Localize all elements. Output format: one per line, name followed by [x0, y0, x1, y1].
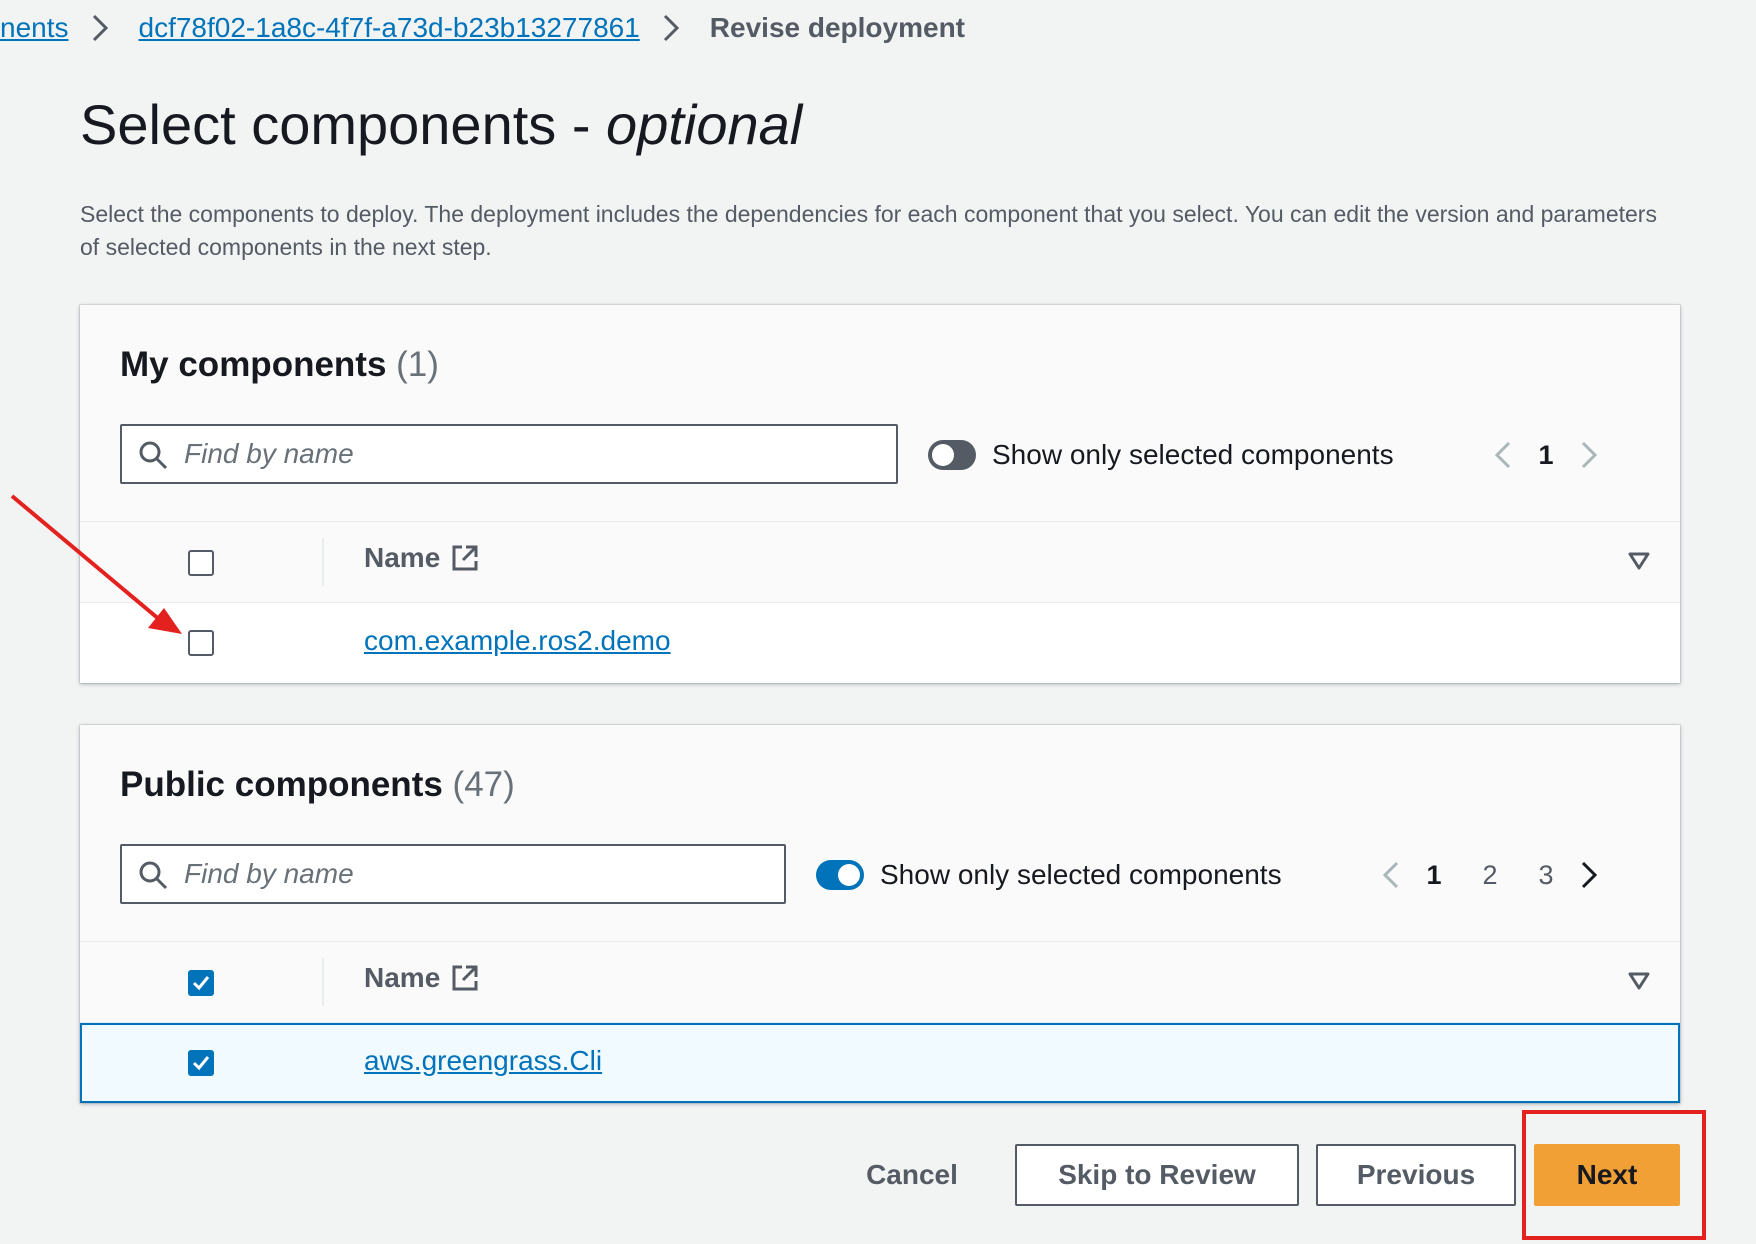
panel-title-text: My components	[120, 345, 387, 384]
public-components-header	[80, 725, 1680, 941]
page-3[interactable]: 3	[1518, 860, 1574, 891]
breadcrumb-link-components[interactable]: nents	[0, 12, 69, 44]
page-title-text: Select components -	[80, 93, 607, 156]
search-input[interactable]	[184, 426, 878, 482]
public-components-search	[120, 844, 786, 904]
page-title-optional: optional	[606, 93, 803, 156]
sort-caret-icon[interactable]	[1628, 552, 1650, 570]
my-components-panel: My components (1) Show only selected com…	[80, 305, 1680, 683]
previous-button[interactable]: Previous	[1316, 1144, 1516, 1206]
page-1[interactable]: 1	[1406, 860, 1462, 891]
search-input[interactable]	[184, 846, 766, 902]
pagination: 1 2 3	[1376, 853, 1604, 897]
page-title: Select components - optional	[80, 85, 802, 165]
external-link-icon	[452, 545, 478, 571]
chevron-right-icon[interactable]	[1574, 433, 1604, 477]
toggle-knob	[838, 864, 860, 886]
table-row: aws.greengrass.Cli	[80, 1023, 1680, 1103]
pagination: 1	[1488, 433, 1604, 477]
column-header-label: Name	[364, 962, 441, 993]
column-divider	[322, 958, 324, 1006]
public-components-panel: Public components (47) Show only selecte…	[80, 725, 1680, 1103]
breadcrumb-link-deployment[interactable]: dcf78f02-1a8c-4f7f-a73d-b23b13277861	[139, 12, 640, 44]
checkmark-icon	[192, 976, 210, 991]
search-icon	[139, 861, 168, 890]
show-selected-label: Show only selected components	[992, 439, 1394, 470]
chevron-right-icon[interactable]	[1574, 853, 1604, 897]
panel-count: (47)	[452, 765, 515, 804]
show-selected-toggle[interactable]	[928, 440, 976, 470]
chevron-left-icon[interactable]	[1488, 433, 1518, 477]
column-header-label: Name	[364, 542, 441, 573]
my-components-search	[120, 424, 898, 484]
cancel-button[interactable]: Cancel	[848, 1144, 976, 1206]
component-link[interactable]: com.example.ros2.demo	[364, 625, 671, 657]
select-all-checkbox[interactable]	[188, 970, 214, 996]
annotation-arrow-icon	[10, 494, 182, 634]
public-components-title: Public components (47)	[120, 765, 515, 805]
my-components-title: My components (1)	[120, 345, 439, 385]
page-1[interactable]: 1	[1518, 440, 1574, 471]
panel-title-text: Public components	[120, 765, 443, 804]
show-selected-label: Show only selected components	[880, 859, 1282, 890]
column-header-name[interactable]: Name	[364, 962, 480, 994]
show-selected-toggle[interactable]	[816, 860, 864, 890]
search-icon	[139, 441, 168, 470]
my-components-header	[80, 305, 1680, 521]
external-link-icon	[452, 965, 478, 991]
chevron-right-icon	[91, 13, 109, 43]
annotation-highlight-box	[1522, 1110, 1706, 1240]
table-row: com.example.ros2.demo	[80, 603, 1680, 683]
table-header: Name	[80, 521, 1680, 603]
skip-to-review-button[interactable]: Skip to Review	[1015, 1144, 1299, 1206]
page-2[interactable]: 2	[1462, 860, 1518, 891]
table-header: Name	[80, 941, 1680, 1023]
toggle-knob	[932, 444, 954, 466]
breadcrumb: nents dcf78f02-1a8c-4f7f-a73d-b23b132778…	[0, 8, 965, 48]
page-description: Select the components to deploy. The dep…	[80, 201, 1657, 260]
sort-caret-icon[interactable]	[1628, 972, 1650, 990]
breadcrumb-current: Revise deployment	[709, 12, 965, 43]
component-link[interactable]: aws.greengrass.Cli	[364, 1045, 602, 1077]
column-header-name[interactable]: Name	[364, 542, 480, 574]
chevron-left-icon[interactable]	[1376, 853, 1406, 897]
chevron-right-icon	[662, 13, 680, 43]
panel-count: (1)	[396, 345, 439, 384]
column-divider	[322, 538, 324, 586]
row-checkbox[interactable]	[188, 1050, 214, 1076]
checkmark-icon	[192, 1056, 210, 1071]
